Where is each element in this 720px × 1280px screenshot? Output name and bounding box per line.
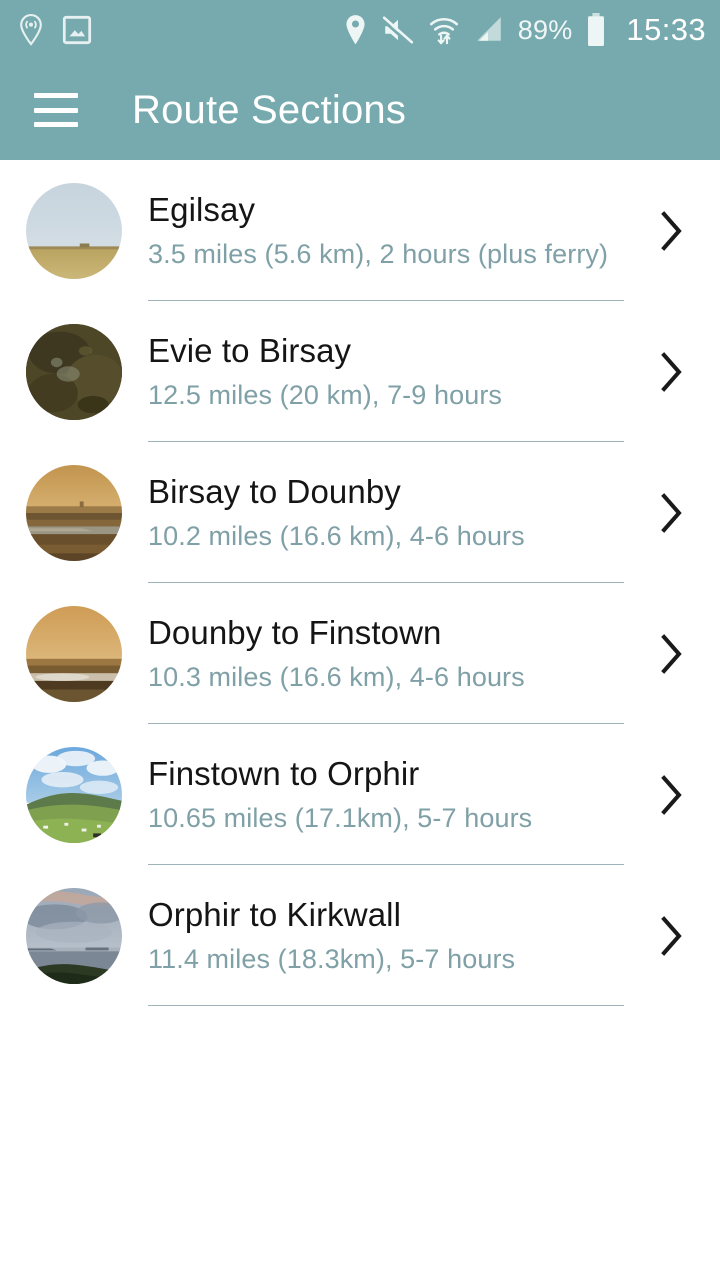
chevron-container[interactable]: [624, 301, 720, 442]
page-title: Route Sections: [132, 87, 407, 132]
list-item[interactable]: Orphir to Kirkwall 11.4 miles (18.3km), …: [0, 865, 720, 1006]
list-item[interactable]: Egilsay 3.5 miles (5.6 km), 2 hours (plu…: [0, 160, 720, 301]
chevron-right-icon[interactable]: [661, 915, 683, 956]
list-item[interactable]: Dounby to Finstown 10.3 miles (16.6 km),…: [0, 583, 720, 724]
list-item-title: Finstown to Orphir: [148, 754, 420, 792]
thumbnail-dark-mossy-rock: [26, 323, 122, 420]
thumbnail-container: [0, 865, 148, 1006]
list-item-title: Dounby to Finstown: [148, 613, 442, 651]
status-bar: 89% 15:33: [0, 0, 720, 60]
clock-label: 15:33: [626, 12, 706, 47]
list-item-subtitle: 10.3 miles (16.6 km), 4-6 hours: [148, 661, 525, 692]
app-bar: Route Sections: [0, 60, 720, 160]
hamburger-bar: [34, 93, 78, 98]
list-item-title: Birsay to Dounby: [148, 472, 401, 510]
chevron-container[interactable]: [624, 724, 720, 865]
list-item-text: Birsay to Dounby 10.2 miles (16.6 km), 4…: [148, 442, 624, 583]
list-item[interactable]: Finstown to Orphir 10.65 miles (17.1km),…: [0, 724, 720, 865]
list-item-text: Orphir to Kirkwall 11.4 miles (18.3km), …: [148, 865, 624, 1006]
thumbnail-amber-sunset-over-loch: [26, 605, 122, 702]
list-divider: [148, 1005, 624, 1006]
app-screen: 89% 15:33 Route Sections Egilsay 3.5 mil…: [0, 0, 720, 1280]
chevron-right-icon[interactable]: [661, 351, 683, 392]
location-pin-icon: [343, 14, 368, 46]
chevron-container[interactable]: [624, 583, 720, 724]
list-item-text: Evie to Birsay 12.5 miles (20 km), 7-9 h…: [148, 301, 624, 442]
list-item[interactable]: Birsay to Dounby 10.2 miles (16.6 km), 4…: [0, 442, 720, 583]
thumbnail-container: [0, 442, 148, 583]
hamburger-bar: [34, 107, 78, 113]
thumbnail-container: [0, 160, 148, 301]
battery-percent-label: 89%: [517, 14, 573, 45]
chevron-right-icon[interactable]: [661, 633, 683, 674]
volume-mute-icon: [381, 15, 414, 45]
thumbnail-golden-sunset-over-moorland: [26, 464, 122, 561]
status-bar-right-icons: 89% 15:33: [343, 12, 706, 48]
wifi-transfer-icon: [428, 14, 460, 46]
battery-icon: [586, 13, 606, 47]
list-item-subtitle: 10.2 miles (16.6 km), 4-6 hours: [148, 520, 525, 551]
empty-list-area: [0, 1006, 720, 1280]
list-item-text: Finstown to Orphir 10.65 miles (17.1km),…: [148, 724, 624, 865]
list-item-subtitle: 11.4 miles (18.3km), 5-7 hours: [148, 943, 516, 974]
list-item-title: Egilsay: [148, 190, 256, 228]
cellular-signal-icon: [474, 15, 504, 45]
list-item[interactable]: Evie to Birsay 12.5 miles (20 km), 7-9 h…: [0, 301, 720, 442]
list-item-subtitle: 3.5 miles (5.6 km), 2 hours (plus ferry): [148, 238, 609, 269]
thumbnail-dusk-clouds-over-grey-sea: [26, 887, 122, 984]
thumbnail-container: [0, 301, 148, 442]
list-item-title: Evie to Birsay: [148, 331, 352, 369]
route-sections-list: Egilsay 3.5 miles (5.6 km), 2 hours (plu…: [0, 160, 720, 1006]
list-item-text: Egilsay 3.5 miles (5.6 km), 2 hours (plu…: [148, 160, 624, 301]
hamburger-bar: [34, 122, 78, 127]
chevron-right-icon[interactable]: [661, 492, 683, 533]
list-item-subtitle: 12.5 miles (20 km), 7-9 hours: [148, 379, 503, 410]
chevron-right-icon[interactable]: [661, 210, 683, 251]
chevron-container[interactable]: [624, 442, 720, 583]
thumbnail-pale-sky-over-barley-field: [26, 182, 122, 279]
chevron-container[interactable]: [624, 865, 720, 1006]
thumbnail-container: [0, 583, 148, 724]
list-item-subtitle: 10.65 miles (17.1km), 5-7 hours: [148, 802, 533, 833]
status-bar-left-icons: [18, 14, 92, 46]
chevron-container[interactable]: [624, 160, 720, 301]
list-item-text: Dounby to Finstown 10.3 miles (16.6 km),…: [148, 583, 624, 724]
chevron-right-icon[interactable]: [661, 774, 683, 815]
screenshot-image-icon: [62, 15, 92, 45]
list-item-title: Orphir to Kirkwall: [148, 895, 402, 933]
location-sharing-icon: [18, 14, 44, 46]
thumbnail-container: [0, 724, 148, 865]
hamburger-menu-icon[interactable]: [34, 93, 78, 127]
thumbnail-green-hill-and-farmland-under-blue-sky: [26, 746, 122, 843]
